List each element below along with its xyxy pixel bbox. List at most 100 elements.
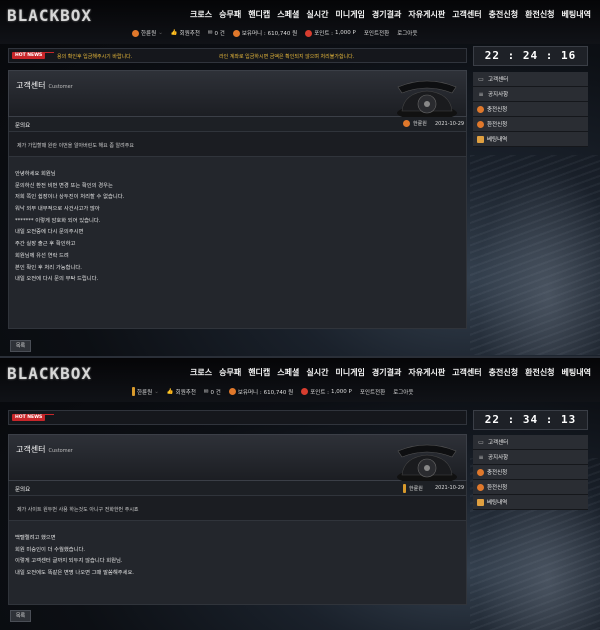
nav-cross[interactable]: 크로스 (190, 9, 212, 20)
answer-line: 회원님께 유선 연락 드려 (15, 252, 69, 259)
point-label: 포인트 : (314, 31, 334, 37)
sidebar-label: 환전신청 (487, 122, 508, 128)
nav-withdraw[interactable]: 환전신청 (525, 9, 554, 20)
recommend-label: 회원추천 (175, 389, 196, 396)
nav-results[interactable]: 경기결과 (372, 367, 401, 378)
nav-customer-center[interactable]: 고객센터 (452, 367, 481, 378)
nav-win-draw-lose[interactable]: 승무패 (219, 367, 241, 378)
hot-news-bar: HOT NEWS 용의 확인후 입금해주시기 바랍니다. 라인 계좌로 입금하시… (8, 48, 467, 63)
page-title-text: 고객센터 (16, 81, 46, 90)
page-subtitle: Customer (48, 448, 73, 454)
point-balance: 포인트 :1,000 P (305, 29, 356, 37)
list-button[interactable]: 목록 (10, 340, 31, 352)
nav-minigame[interactable]: 미니게임 (335, 367, 364, 378)
sidebar-item-customer-center[interactable]: ▭ 고객센터 (473, 72, 588, 87)
nav-free-board[interactable]: 자유게시판 (408, 367, 445, 378)
telephone-icon (397, 80, 457, 120)
sidebar: ▭ 고객센터 ≡ 공지사항 충전신청 환전신청 베팅내역 (473, 435, 588, 510)
sidebar-label: 고객센터 (488, 77, 509, 83)
sidebar-item-deposit[interactable]: 충전신청 (473, 102, 588, 117)
hot-news-badge: HOT NEWS (12, 52, 46, 59)
cash-value: 610,740 원 (263, 389, 294, 396)
post-header: 문의요 한륜원 2021-10-29 (8, 481, 467, 496)
recommend-link[interactable]: 👍 회원추천 (171, 29, 200, 37)
mail-icon: ✉ (203, 388, 209, 395)
post-author-name: 한륜원 (413, 121, 427, 127)
logout-button[interactable]: 로그아웃 (393, 388, 413, 396)
sidebar-item-bet-history[interactable]: 베팅내역 (473, 495, 588, 510)
point-balance: 포인트 :1,000 P (301, 388, 352, 396)
post-title: 문의요 (15, 487, 31, 493)
logout-button[interactable]: 로그아웃 (397, 29, 417, 37)
question-text: 제가 가입할때 원란 이번을 알아버린도 해요 좀 알려주요 (17, 143, 134, 149)
answer-line: 안녕하세요 회원님 (15, 171, 56, 177)
nav-live[interactable]: 실시간 (306, 9, 328, 20)
post-author: 한륜원 (403, 484, 423, 493)
nav-live[interactable]: 실시간 (306, 367, 328, 378)
page-title: 고객센터 Customer (16, 444, 73, 455)
nav-bet-history[interactable]: 베팅내역 (562, 367, 591, 378)
nav-deposit[interactable]: 충전신청 (489, 367, 518, 378)
news-ticker-2: 라인 계좌로 입금하시면 금액은 확인되지 않으며 처리불가합니다. (219, 54, 355, 60)
nav-minigame[interactable]: 미니게임 (335, 9, 364, 20)
page-subtitle: Customer (48, 84, 73, 90)
list-icon: ≡ (478, 453, 484, 461)
coin-icon (228, 388, 236, 395)
answer-line: ******* 이렇게 암호화 되어 있습니다. (15, 217, 101, 224)
point-exchange-button[interactable]: 포인트전환 (360, 388, 385, 396)
user-bar: 한륜원 ⌄ 👍 회원추천 ✉ 0 건 보유머니 :610,740 원 포인트 :1,0… (132, 387, 413, 396)
user-name-item[interactable]: 한륜원 ⌄ (132, 387, 159, 396)
site-logo[interactable]: BLACKBOX (7, 6, 92, 25)
answer-line: 내일 오전중에 다시 문의주시면 (15, 229, 84, 236)
nav-special[interactable]: 스페셜 (277, 367, 299, 378)
nav-handicap[interactable]: 핸디캡 (248, 367, 270, 378)
message-count[interactable]: ✉ 0 건 (204, 388, 221, 396)
nav-withdraw[interactable]: 환전신청 (525, 367, 554, 378)
list-button[interactable]: 목록 (10, 610, 31, 622)
post-author-name: 한륜원 (409, 486, 423, 492)
content-main: 고객센터 Customer 문의요 한륜원 2021-10-29 제가 가입할때 … (8, 70, 467, 329)
sidebar-label: 베팅내역 (487, 500, 508, 506)
cash-value: 610,740 원 (267, 31, 298, 37)
nav-win-draw-lose[interactable]: 승무패 (219, 9, 241, 20)
question-text: 제가 사이트 원두번 사용 하는것도 아니구 전화한번 주시죠 (17, 507, 139, 513)
hot-news-bar: HOT NEWS (8, 410, 467, 425)
sidebar-item-customer-center[interactable]: ▭ 고객센터 (473, 435, 588, 450)
site-logo[interactable]: BLACKBOX (7, 364, 92, 383)
nav-free-board[interactable]: 자유게시판 (408, 9, 445, 20)
nav-cross[interactable]: 크로스 (190, 367, 212, 378)
sidebar-item-notice[interactable]: ≡ 공지사항 (473, 87, 588, 102)
post-date: 2021-10-29 (435, 485, 465, 491)
message-count-label: 0 건 (214, 31, 225, 37)
answer-box: 백텔렐려고 했으면 회원 미승인이 더 수월했습니다. 이렇게 고객센터 글까지… (8, 521, 467, 605)
coin-icon (477, 120, 484, 128)
digital-clock: 22 : 34 : 13 (473, 410, 588, 430)
post-date: 2021-10-29 (435, 121, 465, 127)
recommend-link[interactable]: 👍 회원추천 (167, 388, 196, 396)
message-count[interactable]: ✉ 0 건 (208, 29, 225, 37)
answer-line: 본인 확인 후 처리 가능합니다. (15, 264, 82, 271)
sidebar-item-withdraw[interactable]: 환전신청 (473, 480, 588, 495)
notepad-icon (477, 135, 484, 143)
user-name-item[interactable]: 한륜원 ⌄ (132, 29, 163, 37)
nav-customer-center[interactable]: 고객센터 (452, 9, 481, 20)
sidebar-item-bet-history[interactable]: 베팅내역 (473, 132, 588, 147)
nav-handicap[interactable]: 핸디캡 (248, 9, 270, 20)
sidebar: ▭ 고객센터 ≡ 공지사항 충전신청 환전신청 베팅내역 (473, 72, 588, 147)
answer-box: 안녕하세요 회원님 문의하신 환전 비번 변경 또는 확인의 경우는 저희 쪽인… (8, 157, 467, 329)
nav-special[interactable]: 스페셜 (277, 9, 299, 20)
sidebar-item-withdraw[interactable]: 환전신청 (473, 117, 588, 132)
sidebar-item-deposit[interactable]: 충전신청 (473, 465, 588, 480)
sidebar-item-notice[interactable]: ≡ 공지사항 (473, 450, 588, 465)
answer-line: 내일 오전에 다시 문의 부탁 드립니다. (15, 276, 99, 283)
chevron-down-icon: ⌄ (158, 30, 163, 36)
page-title-text: 고객센터 (16, 445, 46, 454)
nav-deposit[interactable]: 충전신청 (489, 9, 518, 20)
thumbs-up-icon: 👍 (170, 30, 178, 36)
nav-bet-history[interactable]: 베팅내역 (562, 9, 591, 20)
answer-line: 워낙 외부 내부적으로 사건사고가 많아 (15, 206, 100, 213)
nav-results[interactable]: 경기결과 (372, 9, 401, 20)
news-divider (42, 52, 54, 53)
point-exchange-button[interactable]: 포인트전환 (364, 29, 389, 37)
sidebar-label: 충전신청 (487, 107, 508, 113)
